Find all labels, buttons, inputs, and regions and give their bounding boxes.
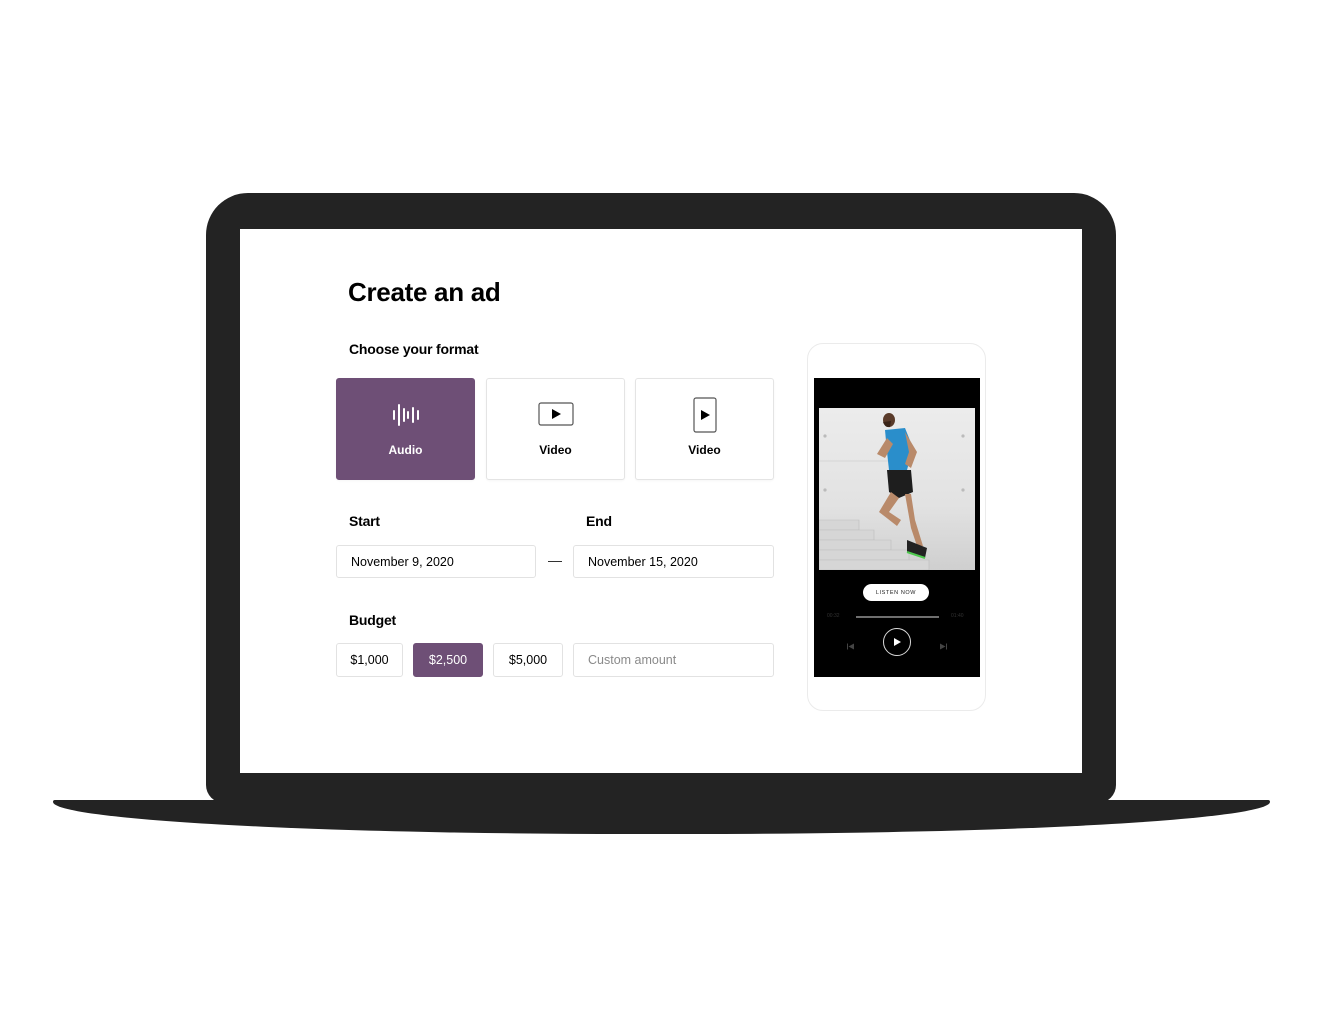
laptop-base xyxy=(53,800,1270,834)
playback-progress-fill xyxy=(856,616,939,618)
audio-waveform-icon xyxy=(391,397,421,433)
budget-label: Budget xyxy=(349,612,397,628)
start-date-label: Start xyxy=(349,513,380,529)
ad-preview-screen: LISTEN NOW 00:32 01:40 xyxy=(814,378,980,677)
format-section-label: Choose your format xyxy=(349,341,479,357)
listen-now-button[interactable]: LISTEN NOW xyxy=(863,584,929,601)
format-option-label: Video xyxy=(539,443,572,457)
skip-forward-icon[interactable] xyxy=(940,637,947,655)
format-option-audio[interactable]: Audio xyxy=(336,378,475,480)
date-range-separator: — xyxy=(548,552,562,568)
landscape-video-icon xyxy=(537,397,574,433)
format-option-label: Video xyxy=(688,443,721,457)
end-date-field[interactable]: November 15, 2020 xyxy=(573,545,774,578)
budget-option-label: $1,000 xyxy=(350,653,389,667)
elapsed-time: 00:32 xyxy=(827,613,840,619)
budget-option-label: $2,500 xyxy=(428,653,468,667)
portrait-video-icon xyxy=(692,397,718,433)
page-title: Create an ad xyxy=(348,277,501,307)
end-date-value: November 15, 2020 xyxy=(588,554,698,569)
budget-option-label: $5,000 xyxy=(508,653,548,667)
budget-option-1000[interactable]: $1,000 xyxy=(336,643,403,677)
play-icon xyxy=(894,638,901,646)
total-duration: 01:40 xyxy=(951,613,964,619)
skip-back-icon[interactable] xyxy=(847,637,854,655)
laptop-screen: Create an ad Choose your format Audio Vi… xyxy=(240,229,1082,773)
budget-option-2500[interactable]: $2,500 xyxy=(413,643,483,677)
format-option-video-landscape[interactable]: Video xyxy=(486,378,625,480)
start-date-value: November 9, 2020 xyxy=(351,554,454,569)
end-date-label: End xyxy=(586,513,612,529)
playback-progress-bar[interactable] xyxy=(856,616,939,618)
format-option-label: Audio xyxy=(388,443,423,457)
format-option-video-portrait[interactable]: Video xyxy=(635,378,774,480)
listen-now-label: LISTEN NOW xyxy=(875,589,917,596)
play-button[interactable] xyxy=(883,628,911,656)
budget-option-5000[interactable]: $5,000 xyxy=(493,643,563,677)
start-date-field[interactable]: November 9, 2020 xyxy=(336,545,536,578)
phone-preview: LISTEN NOW 00:32 01:40 xyxy=(807,343,986,711)
custom-amount-placeholder: Custom amount xyxy=(588,653,677,667)
ad-preview-image xyxy=(819,408,975,570)
custom-amount-input[interactable]: Custom amount xyxy=(573,643,774,677)
